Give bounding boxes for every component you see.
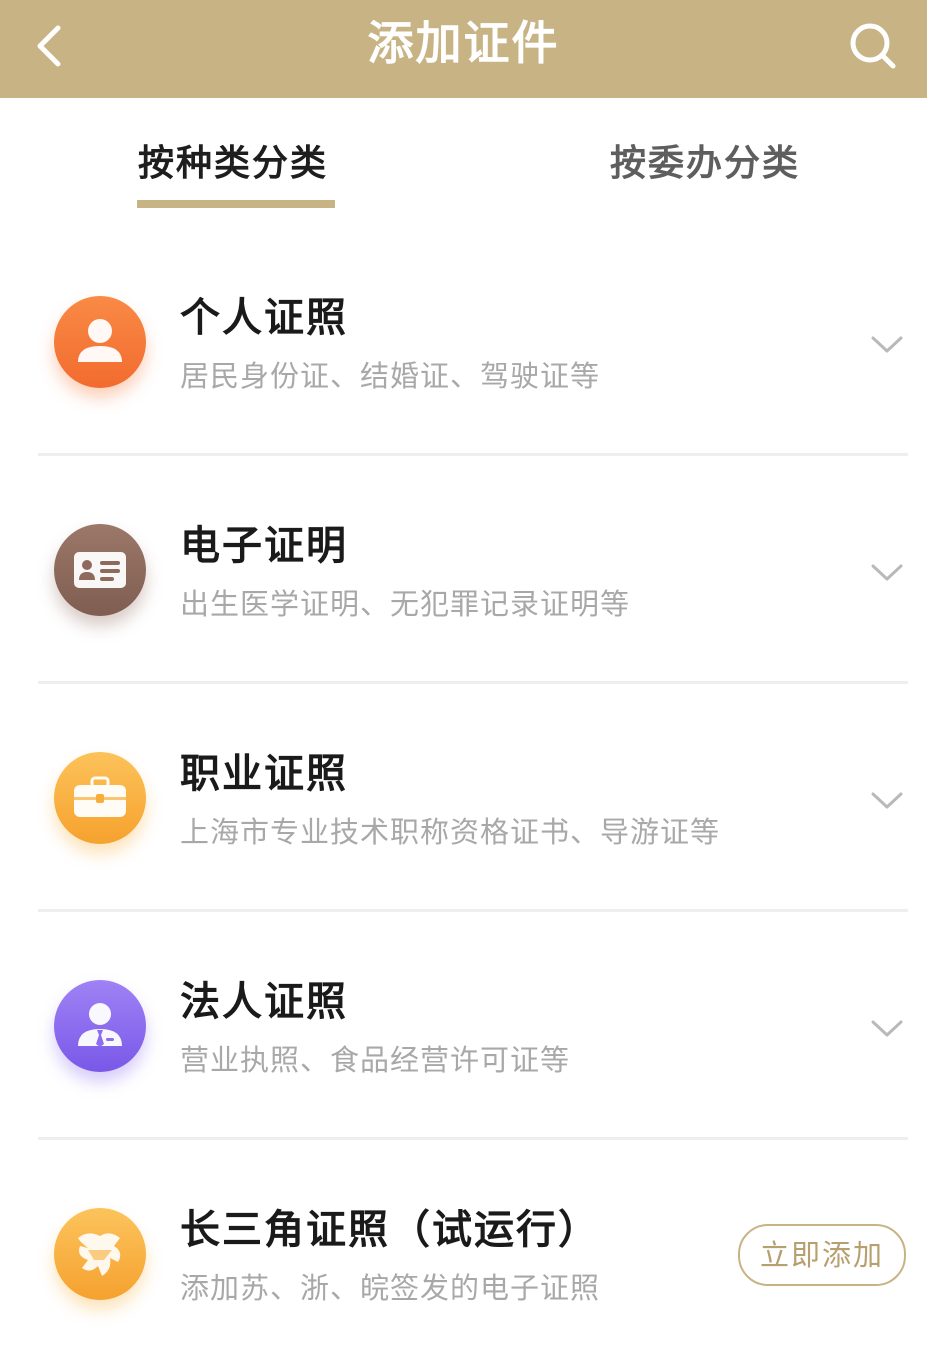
item-title: 法人证照 <box>180 979 348 1025</box>
search-button[interactable] <box>847 20 899 72</box>
page-title: 添加证件 <box>367 16 560 70</box>
chevron-down-icon[interactable] <box>869 788 905 812</box>
tab-by-agency[interactable]: 按委办分类 <box>610 140 800 188</box>
id-card-icon <box>54 524 146 616</box>
business-person-icon <box>54 980 146 1072</box>
item-title: 电子证明 <box>180 523 348 569</box>
item-title: 职业证照 <box>180 751 348 797</box>
item-description: 营业执照、食品经营许可证等 <box>180 1043 571 1077</box>
item-description: 添加苏、浙、皖签发的电子证照 <box>180 1271 601 1305</box>
item-description: 上海市专业技术职称资格证书、导游证等 <box>180 815 721 849</box>
chevron-down-icon[interactable] <box>869 560 905 584</box>
list-item-electronic-proof[interactable]: 电子证明 出生医学证明、无犯罪记录证明等 <box>0 456 927 684</box>
item-description: 居民身份证、结婚证、驾驶证等 <box>180 359 601 393</box>
chevron-down-icon[interactable] <box>869 1016 905 1040</box>
top-bar: 添加证件 <box>0 0 927 98</box>
list-item-legal-entity[interactable]: 法人证照 营业执照、食品经营许可证等 <box>0 912 927 1140</box>
item-description: 出生医学证明、无犯罪记录证明等 <box>180 587 631 621</box>
chevron-down-icon[interactable] <box>869 332 905 356</box>
person-icon <box>54 296 146 388</box>
active-tab-indicator <box>137 200 335 208</box>
item-title: 长三角证照（试运行） <box>180 1207 600 1253</box>
search-icon <box>850 23 896 69</box>
yangtze-delta-icon <box>54 1208 146 1300</box>
item-title: 个人证照 <box>180 295 348 341</box>
list-item-personal[interactable]: 个人证照 居民身份证、结婚证、驾驶证等 <box>0 228 927 456</box>
tab-by-type[interactable]: 按种类分类 <box>138 140 328 188</box>
briefcase-icon <box>54 752 146 844</box>
category-tabs: 按种类分类 按委办分类 <box>0 98 927 228</box>
list-item-professional[interactable]: 职业证照 上海市专业技术职称资格证书、导游证等 <box>0 684 927 912</box>
add-now-button[interactable]: 立即添加 <box>738 1224 906 1286</box>
list-item-yangtze-delta[interactable]: 长三角证照（试运行） 添加苏、浙、皖签发的电子证照 立即添加 <box>0 1140 927 1368</box>
